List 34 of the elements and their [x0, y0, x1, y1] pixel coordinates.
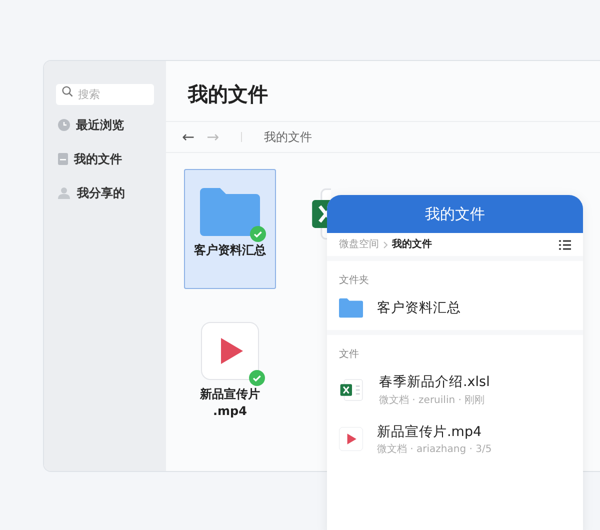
file-row[interactable]: 春季新品介绍.xlsl 微文档 · zeruilin · 刚刚 [327, 366, 583, 416]
file-name: 客户资料汇总 [194, 242, 266, 259]
section-heading: 文件 [338, 348, 360, 362]
file-tile[interactable]: 客户资料汇总 [184, 169, 276, 289]
back-button[interactable]: ← [182, 126, 195, 148]
breadcrumb-path: 我的文件 [264, 129, 312, 146]
search-field[interactable]: 搜索 [56, 84, 154, 105]
file-name: 新品宣传片.mp4 [377, 422, 483, 442]
video-file-icon [339, 427, 363, 452]
section-heading: 文件夹 [338, 274, 370, 288]
file-meta: 微文档 · zeruilin · 刚刚 [379, 394, 486, 408]
breadcrumb-item: 我的文件 [392, 238, 432, 252]
panel-header: 我的文件 [327, 195, 583, 233]
file-tile[interactable]: 新品宣传片 .mp4 [184, 317, 276, 423]
file-meta: 微文档 · ariazhang · 3/5 [377, 442, 492, 457]
folder-icon [200, 188, 260, 236]
spreadsheet-file-icon [339, 376, 365, 403]
chevron-icon [383, 240, 388, 248]
file-name: 新品宣传片 .mp4 [200, 386, 260, 420]
video-file-icon [201, 322, 259, 380]
sidebar-item[interactable]: 我的文件 [56, 145, 154, 173]
document-icon [58, 153, 68, 165]
page-title: 我的文件 [186, 81, 269, 108]
file-name: 客户资料汇总 [377, 299, 461, 318]
clock-icon [58, 119, 70, 131]
person-icon [58, 187, 71, 199]
search-icon [62, 86, 73, 97]
folder-icon [339, 298, 363, 318]
file-name: 春季新品介绍.xlsl [379, 373, 490, 392]
sidebar-item[interactable]: 最近浏览 [56, 111, 154, 139]
file-row[interactable]: 新品宣传片.mp4 微文档 · ariazhang · 3/5 [327, 416, 583, 465]
list-view-icon [559, 240, 571, 250]
file-row[interactable]: 客户资料汇总 [327, 292, 583, 326]
sidebar-item[interactable]: 我分享的 [56, 179, 154, 207]
